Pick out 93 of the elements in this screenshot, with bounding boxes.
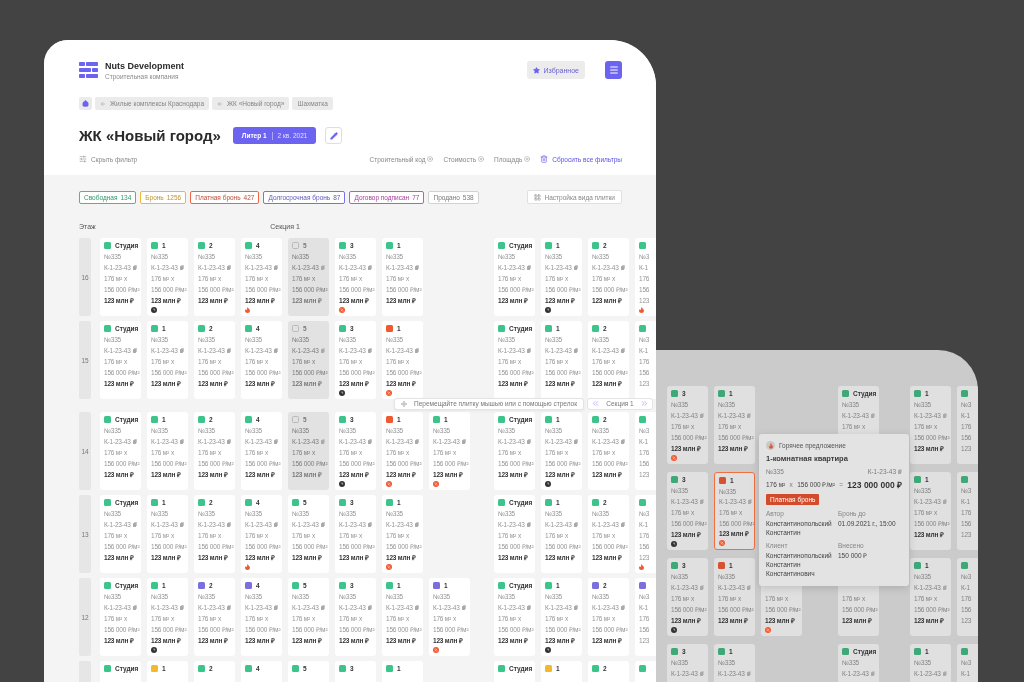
copy-icon[interactable] [179, 348, 184, 353]
status-square [292, 242, 299, 249]
copy-icon[interactable] [320, 265, 325, 270]
copy-icon[interactable] [273, 439, 278, 444]
copy-icon[interactable] [573, 348, 578, 353]
copy-icon[interactable] [699, 413, 704, 418]
copy-icon[interactable] [179, 522, 184, 527]
copy-icon[interactable] [226, 439, 231, 444]
status-square [292, 416, 299, 423]
copy-icon[interactable] [620, 605, 625, 610]
pencil-icon [329, 131, 338, 140]
total-price: 123 000 000 ₽ [847, 479, 902, 490]
copy-icon[interactable] [273, 348, 278, 353]
copy-icon[interactable] [461, 439, 466, 444]
copy-icon[interactable] [226, 522, 231, 527]
copy-icon[interactable] [226, 265, 231, 270]
copy-icon[interactable] [367, 522, 372, 527]
copy-icon[interactable] [699, 671, 704, 676]
copy-icon[interactable] [942, 671, 947, 676]
copy-icon[interactable] [132, 522, 137, 527]
previous-section-button[interactable] [591, 399, 600, 408]
copy-icon[interactable] [414, 522, 419, 527]
copy-icon[interactable] [179, 439, 184, 444]
copy-icon[interactable] [620, 348, 625, 353]
copy-icon[interactable] [273, 605, 278, 610]
copy-icon[interactable] [414, 348, 419, 353]
copy-icon[interactable] [414, 439, 419, 444]
arrow-left-icon [100, 100, 106, 107]
copy-icon[interactable] [320, 522, 325, 527]
copy-icon[interactable] [870, 671, 875, 676]
copy-icon[interactable] [573, 265, 578, 270]
move-icon [401, 399, 408, 408]
copy-icon[interactable] [746, 585, 751, 590]
copy-icon[interactable] [746, 671, 751, 676]
flame-icon [766, 441, 775, 450]
copy-icon[interactable] [747, 499, 752, 505]
home-breadcrumb[interactable] [79, 97, 92, 110]
copy-icon[interactable] [461, 605, 466, 610]
copy-icon[interactable] [573, 605, 578, 610]
edit-button[interactable] [325, 127, 343, 144]
copy-icon[interactable] [526, 265, 531, 270]
close-icon [427, 156, 434, 162]
copy-icon[interactable] [573, 439, 578, 444]
copy-icon[interactable] [870, 413, 875, 418]
copy-icon[interactable] [367, 605, 372, 610]
copy-icon[interactable] [273, 265, 278, 270]
copy-icon[interactable] [573, 522, 578, 527]
copy-icon[interactable] [526, 605, 531, 610]
copy-icon[interactable] [320, 439, 325, 444]
copy-icon[interactable] [367, 348, 372, 353]
copy-icon[interactable] [898, 469, 902, 474]
copy-icon[interactable] [746, 413, 751, 418]
copy-icon[interactable] [226, 348, 231, 353]
copy-icon[interactable] [699, 499, 704, 504]
copy-icon[interactable] [273, 522, 278, 527]
close-icon [478, 156, 485, 162]
copy-icon[interactable] [620, 522, 625, 527]
copy-icon[interactable] [179, 265, 184, 270]
copy-icon[interactable] [526, 522, 531, 527]
copy-icon[interactable] [320, 348, 325, 353]
copy-icon[interactable] [367, 439, 372, 444]
sliders-icon [79, 155, 87, 163]
copy-icon[interactable] [620, 265, 625, 270]
copy-icon[interactable] [620, 439, 625, 444]
copy-icon[interactable] [526, 439, 531, 444]
copy-icon[interactable] [132, 439, 137, 444]
copy-icon[interactable] [132, 348, 137, 353]
copy-icon[interactable] [942, 413, 947, 418]
copy-icon[interactable] [226, 605, 231, 610]
copy-icon[interactable] [942, 499, 947, 504]
menu-icon [608, 65, 619, 75]
home-icon [82, 100, 89, 107]
copy-icon[interactable] [414, 605, 419, 610]
copy-icon[interactable] [320, 605, 325, 610]
next-section-button[interactable] [640, 399, 649, 408]
star-icon [532, 66, 540, 74]
arrow-left-icon [217, 100, 224, 107]
company-name: Nuts Development [105, 60, 184, 71]
trash-icon [540, 155, 549, 163]
logo-icon [79, 62, 98, 78]
grid-icon [533, 193, 541, 201]
copy-icon[interactable] [367, 265, 372, 270]
close-icon [524, 156, 531, 162]
copy-icon[interactable] [942, 585, 947, 590]
copy-icon[interactable] [526, 348, 531, 353]
page-title: ЖК «Новый город» [79, 127, 221, 144]
status-square [292, 325, 299, 332]
menu-button[interactable] [605, 61, 622, 79]
copy-icon[interactable] [699, 585, 704, 590]
copy-icon[interactable] [132, 265, 137, 270]
copy-icon[interactable] [132, 605, 137, 610]
copy-icon[interactable] [414, 265, 419, 270]
copy-icon[interactable] [179, 605, 184, 610]
